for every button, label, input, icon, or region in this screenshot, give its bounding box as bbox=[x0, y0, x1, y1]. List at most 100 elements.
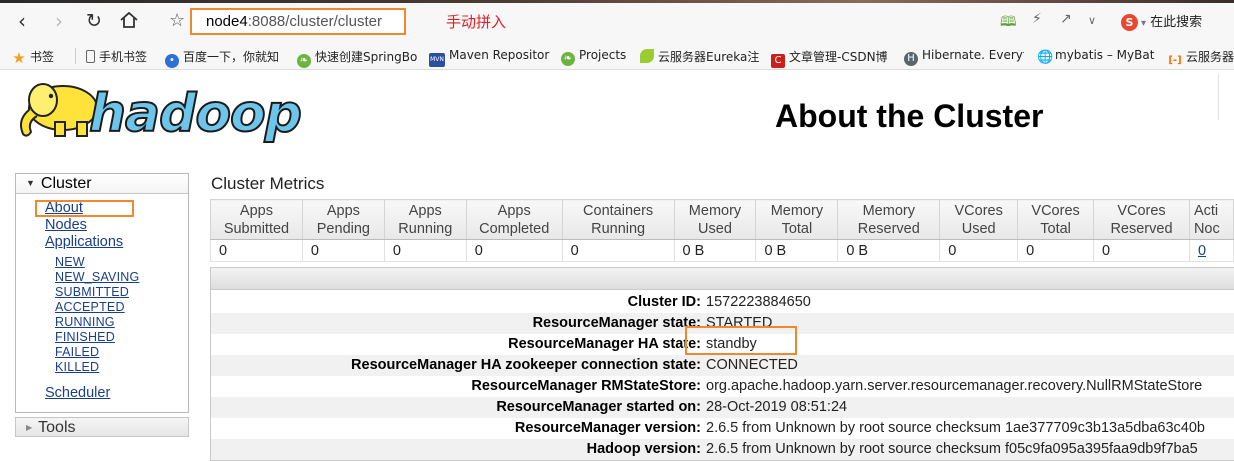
bookmark-item[interactable]: 手机书签 bbox=[86, 48, 147, 65]
column-header[interactable]: Apps Pending bbox=[301, 199, 385, 240]
info-key: ResourceManager started on: bbox=[496, 399, 701, 415]
sidebar-item-new-saving[interactable]: NEW_SAVING bbox=[55, 270, 139, 284]
bookmark-item[interactable]: 云服务器Eureka注 bbox=[640, 48, 760, 65]
bookmark-star-icon[interactable]: ☆ bbox=[169, 10, 185, 31]
sogou-icon: S bbox=[1121, 14, 1138, 31]
bookmark-item[interactable]: MVN Maven Repositor bbox=[429, 48, 551, 67]
reload-icon[interactable]: ↻ bbox=[82, 10, 106, 34]
info-value: 1572223884650 bbox=[706, 294, 811, 310]
hadoop-logo: hadoop bbox=[15, 78, 315, 150]
table-cell: 0 B bbox=[673, 239, 757, 262]
sidebar-section-tools[interactable]: ▶ Tools bbox=[15, 417, 189, 437]
divider bbox=[75, 48, 76, 64]
dropdown-icon: ▾ bbox=[1141, 18, 1147, 29]
active-nodes-link[interactable]: 0 bbox=[1198, 243, 1206, 259]
bookmark-item[interactable]: 🌐 mybatis – MyBat bbox=[1037, 48, 1159, 65]
url-host: node4 bbox=[206, 13, 248, 30]
info-key: ResourceManager HA state: bbox=[508, 336, 701, 352]
highlight-box-about bbox=[35, 200, 134, 217]
sidebar-item-applications[interactable]: Applications bbox=[45, 234, 123, 250]
info-key: ResourceManager state: bbox=[532, 315, 701, 331]
sidebar-item-scheduler[interactable]: Scheduler bbox=[45, 385, 110, 401]
sidebar-item-failed[interactable]: FAILED bbox=[55, 345, 99, 359]
column-header[interactable]: Apps Running bbox=[383, 199, 467, 240]
sidebar-item-new[interactable]: NEW bbox=[55, 255, 85, 269]
table-cell: 0 bbox=[383, 239, 467, 262]
bookmark-item[interactable]: ❧ 快速创建SpringBo bbox=[297, 48, 417, 68]
logo-wordmark: hadoop bbox=[88, 84, 303, 144]
search-engine-button[interactable]: S ▾ 在此搜索 bbox=[1121, 11, 1202, 31]
bookmark-item[interactable]: [-] 云服务器 bbox=[1168, 48, 1234, 68]
info-key: ResourceManager RMStateStore: bbox=[471, 378, 701, 394]
info-key: Hadoop version: bbox=[586, 441, 701, 457]
column-header[interactable]: VCores Used bbox=[939, 199, 1019, 240]
star-icon: ★ bbox=[12, 49, 26, 66]
info-row-hadoop-version: Hadoop version: 2.6.5 from Unknown by ro… bbox=[211, 439, 1234, 460]
info-row-rm-statestore: ResourceManager RMStateStore: org.apache… bbox=[211, 376, 1234, 397]
sidebar-item-running[interactable]: RUNNING bbox=[55, 315, 115, 329]
info-key: ResourceManager HA zookeeper connection … bbox=[351, 357, 701, 373]
column-header[interactable]: VCores Total bbox=[1017, 199, 1095, 240]
info-value: org.apache.hadoop.yarn.server.resourcema… bbox=[706, 378, 1203, 394]
triangle-down-icon: ▼ bbox=[26, 178, 35, 188]
column-header[interactable]: Memory Reserved bbox=[837, 199, 941, 240]
home-icon[interactable] bbox=[117, 10, 141, 34]
share-icon[interactable]: ↗ bbox=[1060, 11, 1072, 27]
bookmark-item[interactable]: ❧ Projects bbox=[561, 48, 626, 66]
sidebar-item-nodes[interactable]: Nodes bbox=[45, 217, 87, 233]
bookmarks-bar: ★ 书签 手机书签 • 百度一下，你就知 ❧ 快速创建SpringBo MVN Mave… bbox=[0, 42, 1234, 70]
table-cell: 0 bbox=[301, 239, 385, 262]
leaf-icon bbox=[640, 49, 654, 63]
info-row-rm-version: ResourceManager version: 2.6.5 from Unkn… bbox=[211, 418, 1234, 439]
back-icon[interactable]: ‹ bbox=[10, 10, 34, 34]
sidebar-item-killed[interactable]: KILLED bbox=[55, 360, 99, 374]
bookmark-item[interactable]: C 文章管理-CSDN博 bbox=[771, 48, 894, 68]
table-cell: 0 B bbox=[837, 239, 941, 262]
lightning-icon[interactable]: ⚡ bbox=[1032, 11, 1042, 27]
metrics-title: Cluster Metrics bbox=[211, 174, 325, 193]
column-header[interactable]: Acti Noc bbox=[1188, 199, 1234, 240]
column-header[interactable]: Apps Submitted bbox=[210, 199, 303, 240]
table-cell: 0 B bbox=[755, 239, 839, 262]
bookmark-item[interactable]: ★ 书签 bbox=[12, 48, 54, 65]
info-value: 2.6.5 from Unknown by root source checks… bbox=[706, 420, 1205, 436]
info-value: CONNECTED bbox=[706, 357, 798, 373]
cluster-metrics-table: Apps Submitted Apps Pending Apps Running Ap… bbox=[210, 199, 1234, 262]
info-value: 28-Oct-2019 08:51:24 bbox=[706, 399, 848, 415]
bookmark-item[interactable]: • 百度一下，你就知 bbox=[165, 48, 290, 68]
baidu-paw-icon: • bbox=[165, 54, 179, 68]
forward-icon[interactable]: › bbox=[47, 10, 71, 34]
column-header[interactable]: Apps Completed bbox=[465, 199, 563, 240]
sidebar-item-accepted[interactable]: ACCEPTED bbox=[55, 300, 125, 314]
info-key: Cluster ID: bbox=[627, 294, 701, 310]
info-value: 2.6.5 from Unknown by root source checks… bbox=[706, 441, 1198, 457]
table-cell: 0 bbox=[939, 239, 1019, 262]
column-header[interactable]: Containers Running bbox=[561, 199, 675, 240]
chevron-down-icon[interactable]: ∨ bbox=[1088, 14, 1096, 27]
column-header[interactable]: Memory Total bbox=[755, 199, 839, 240]
bookmark-item[interactable]: H Hibernate. Everyt bbox=[904, 48, 1024, 66]
csdn-icon: C bbox=[771, 54, 785, 68]
table-row: 0 0 0 0 0 0 B 0 B 0 B 0 0 0 0 bbox=[210, 239, 1234, 262]
panel-header-bar bbox=[211, 268, 1234, 290]
table-cell: 0 bbox=[1017, 239, 1095, 262]
spring-leaf-icon: ❧ bbox=[297, 54, 311, 68]
column-header[interactable]: Memory Used bbox=[673, 199, 757, 240]
table-cell: 0 bbox=[561, 239, 675, 262]
reader-icon[interactable]: 🕮 bbox=[1000, 11, 1017, 35]
sidebar-section-cluster[interactable]: ▼ Cluster bbox=[16, 174, 188, 194]
column-header[interactable]: VCores Reserved bbox=[1093, 199, 1190, 240]
info-row-zookeeper-state: ResourceManager HA zookeeper connection … bbox=[211, 355, 1234, 376]
page-title: About the Cluster bbox=[775, 98, 1044, 134]
url-path: :8088/cluster/cluster bbox=[247, 13, 382, 30]
table-cell: 0 bbox=[1188, 239, 1234, 262]
sidebar-item-finished[interactable]: FINISHED bbox=[55, 330, 115, 344]
info-key: ResourceManager version: bbox=[514, 420, 701, 436]
table-cell: 0 bbox=[210, 239, 303, 262]
scrollbar[interactable] bbox=[1218, 74, 1234, 120]
sidebar-item-submitted[interactable]: SUBMITTED bbox=[55, 285, 129, 299]
phone-icon bbox=[86, 50, 95, 63]
address-bar[interactable]: node4:8088/cluster/cluster bbox=[190, 8, 406, 35]
annotation-text: 手动拼入 bbox=[446, 13, 507, 31]
aliyun-icon: [-] bbox=[1168, 55, 1182, 66]
